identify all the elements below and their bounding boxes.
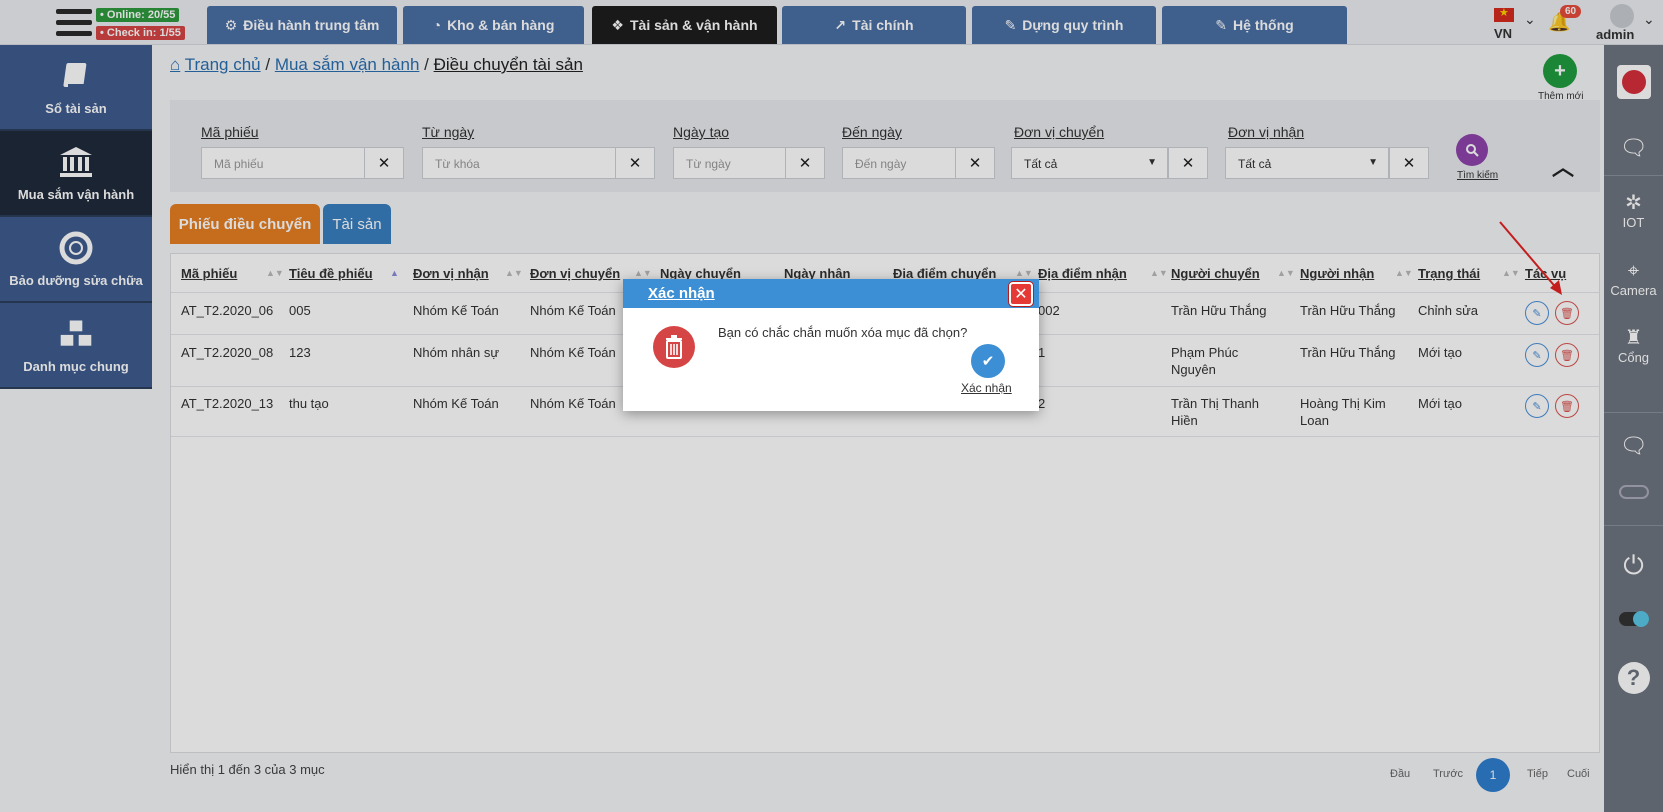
dialog-title: Xác nhận [623, 279, 1039, 308]
trash-icon [653, 326, 695, 368]
close-dialog-button[interactable]: ✕ [1009, 282, 1033, 306]
dialog-message: Bạn có chắc chắn muốn xóa mục đã chọn? [718, 325, 968, 340]
confirm-label[interactable]: Xác nhận [961, 381, 1012, 395]
check-icon: ✔ [981, 353, 995, 370]
close-icon: ✕ [1014, 286, 1028, 303]
confirm-dialog: Xác nhận ✕ Bạn có chắc chắn muốn xóa mục… [623, 279, 1039, 411]
confirm-button[interactable]: ✔ [971, 344, 1005, 378]
